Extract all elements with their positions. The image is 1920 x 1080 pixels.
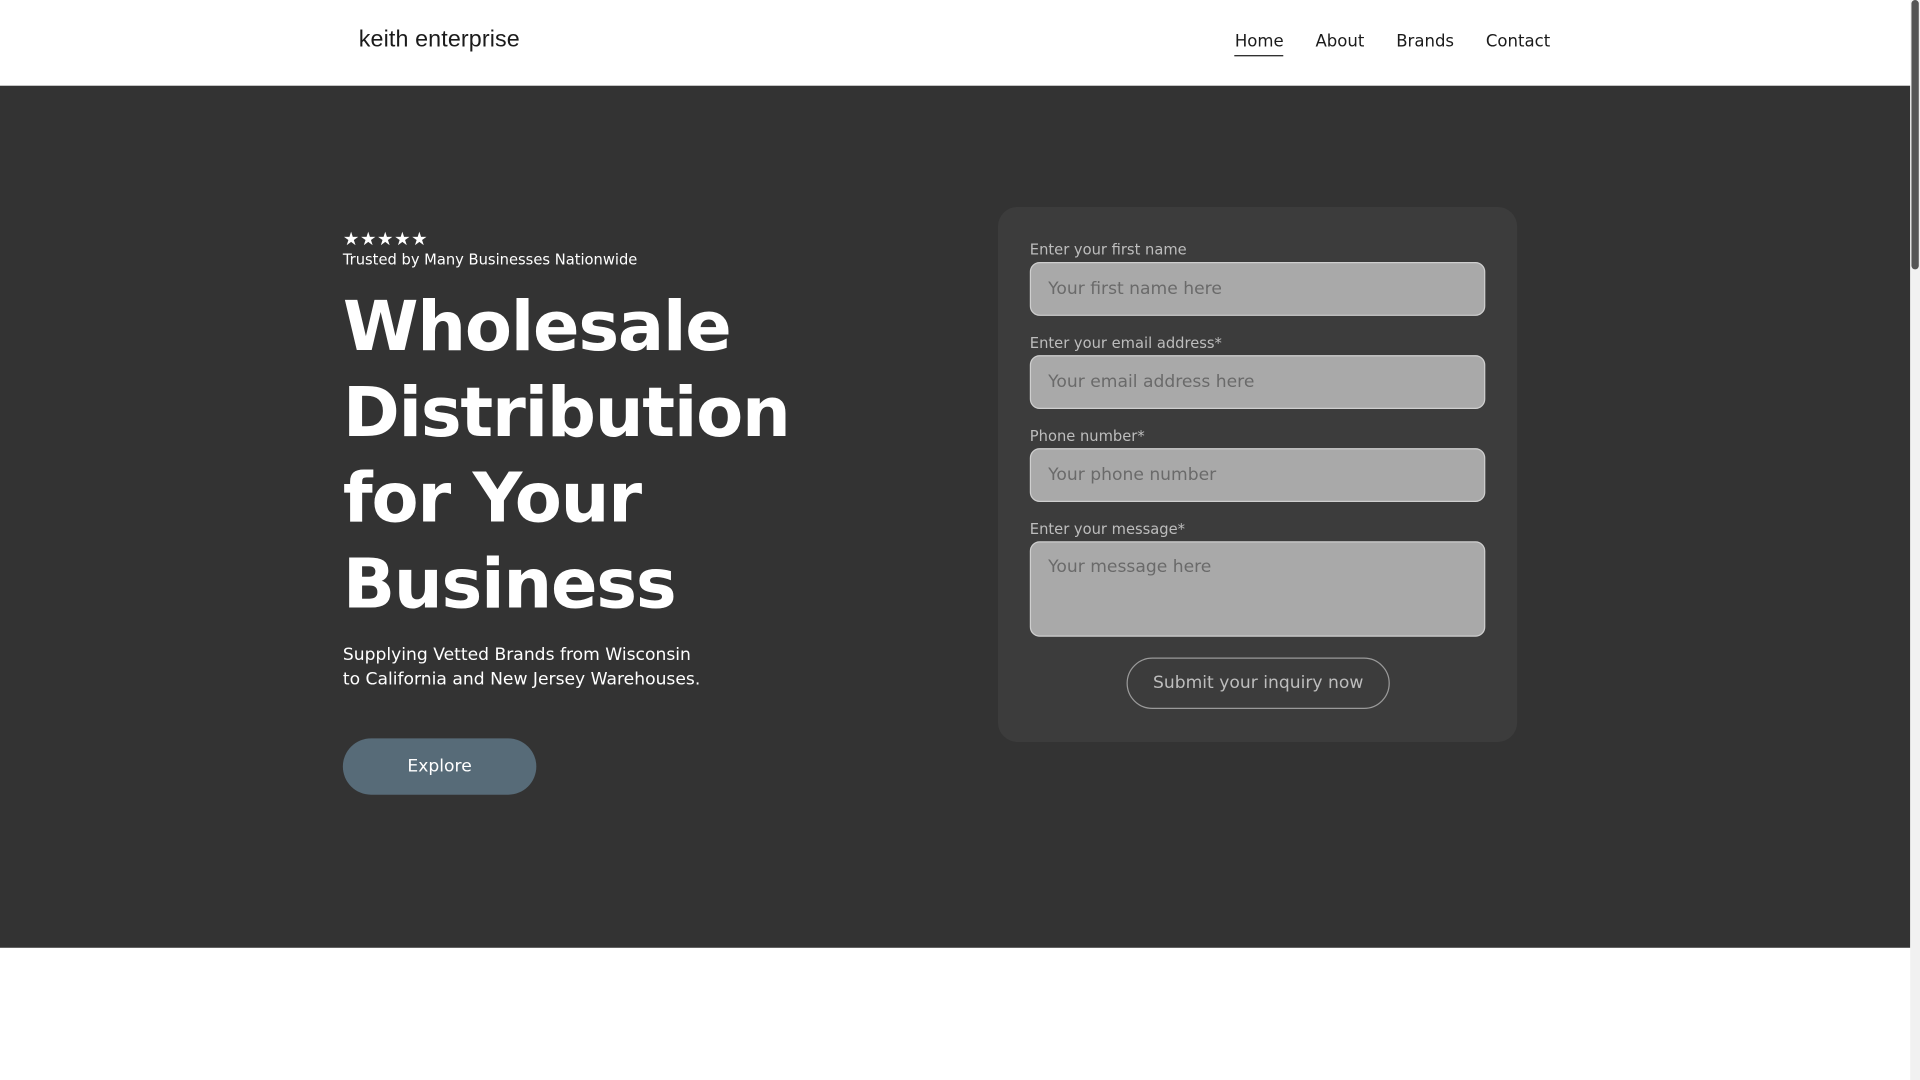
page: keith enterprise Home About Brands Conta… bbox=[0, 0, 1920, 1080]
hero-section: ★★★★★ Trusted by Many Businesses Nationw… bbox=[0, 85, 1911, 948]
nav-brands[interactable]: Brands bbox=[1396, 32, 1454, 56]
phone-label: Phone number* bbox=[1029, 427, 1145, 445]
nav-about[interactable]: About bbox=[1315, 32, 1364, 56]
hero-subtitle: Supplying Vetted Brands from Wisconsin t… bbox=[342, 645, 701, 690]
site-header: keith enterprise Home About Brands Conta… bbox=[0, 0, 1911, 86]
phone-input[interactable] bbox=[1029, 448, 1486, 503]
first-name-input[interactable] bbox=[1029, 262, 1486, 316]
hero-headline: Wholesale Distribution for Your Business bbox=[342, 287, 791, 625]
message-label: Enter your message* bbox=[1029, 520, 1186, 538]
explore-button[interactable]: Explore bbox=[342, 738, 537, 795]
trusted-text: Trusted by Many Businesses Nationwide bbox=[342, 251, 638, 269]
main-nav: Home About Brands Contact bbox=[1234, 32, 1550, 57]
nav-home[interactable]: Home bbox=[1234, 32, 1284, 57]
nav-contact[interactable]: Contact bbox=[1486, 32, 1550, 56]
first-name-label: Enter your first name bbox=[1029, 241, 1187, 259]
brand-name[interactable]: keith enterprise bbox=[359, 27, 520, 54]
rating-block: ★★★★★ Trusted by Many Businesses Nationw… bbox=[343, 228, 637, 270]
email-label: Enter your email address* bbox=[1029, 334, 1222, 352]
message-textarea[interactable] bbox=[1029, 541, 1486, 637]
inquiry-form: Enter your first name Enter your email a… bbox=[997, 206, 1518, 743]
email-input[interactable] bbox=[1029, 355, 1486, 409]
submit-inquiry-button[interactable]: Submit your inquiry now bbox=[1126, 657, 1390, 709]
star-rating-icon: ★★★★★ bbox=[342, 227, 429, 250]
scrollbar-thumb[interactable] bbox=[1911, 0, 1919, 270]
